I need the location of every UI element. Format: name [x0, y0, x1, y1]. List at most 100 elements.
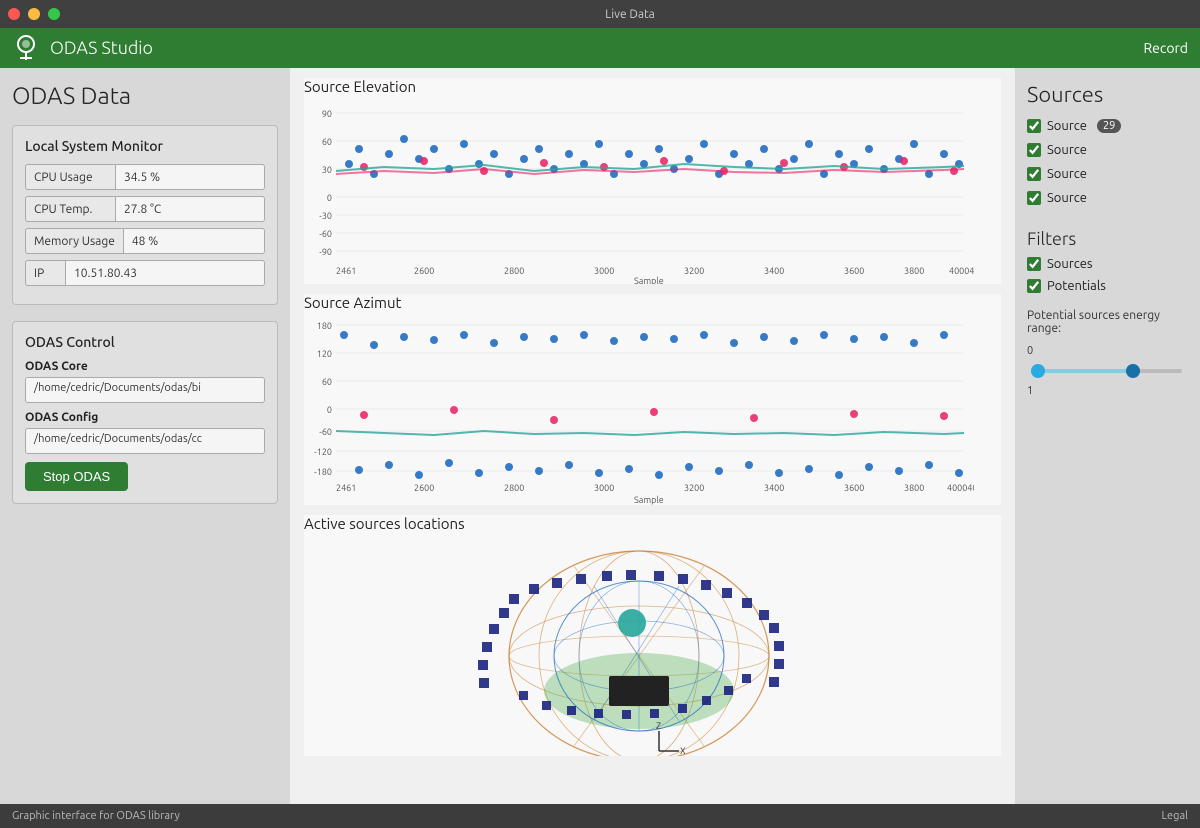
svg-text:3200: 3200 [684, 483, 704, 493]
azimut-chart: 180 120 60 0 -60 -120 -180 [304, 315, 1001, 505]
source-item-2: Source [1027, 143, 1188, 157]
svg-text:2600: 2600 [414, 483, 434, 493]
source-item-1: Source 29 [1027, 119, 1188, 133]
svg-text:3200: 3200 [684, 266, 704, 276]
filters-title: Filters [1027, 229, 1188, 249]
azimut-chart-section: Source Azimut 180 120 60 0 -60 -120 -180 [304, 294, 1001, 505]
locations-section: Active sources locations [304, 515, 1001, 756]
filter-potentials-checkbox[interactable] [1027, 279, 1041, 293]
svg-text:2461: 2461 [336, 266, 356, 276]
filter-sources-checkbox[interactable] [1027, 257, 1041, 271]
app-title: ODAS Studio [50, 38, 1143, 58]
azimut-chart-title: Source Azimut [304, 294, 1001, 311]
filter-potentials-label: Potentials [1047, 279, 1106, 293]
memory-usage-row: Memory Usage 48 % [25, 228, 265, 254]
svg-text:2461: 2461 [336, 483, 356, 493]
titlebar: Live Data [0, 0, 1200, 28]
footer: Graphic interface for ODAS library Legal [0, 804, 1200, 828]
cpu-usage-row: CPU Usage 34.5 % [25, 164, 265, 190]
svg-text:-60: -60 [319, 229, 332, 239]
window-title: Live Data [68, 8, 1192, 21]
odas-config-path[interactable]: /home/cedric/Documents/odas/cc [25, 428, 265, 454]
svg-text:3000: 3000 [594, 483, 614, 493]
svg-text:3000: 3000 [594, 266, 614, 276]
source-checkbox-3[interactable] [1027, 167, 1041, 181]
odas-core-path[interactable]: /home/cedric/Documents/odas/bi [25, 377, 265, 403]
source-item-3: Source [1027, 167, 1188, 181]
ip-row: IP 10.51.80.43 [25, 260, 265, 286]
cpu-usage-label: CPU Usage [25, 164, 115, 190]
svg-text:30: 30 [322, 165, 332, 175]
source-item-4: Source [1027, 191, 1188, 205]
elevation-chart-section: Source Elevation 90 60 30 0 -30 -60 -90 [304, 78, 1001, 284]
svg-text:3800: 3800 [904, 266, 924, 276]
svg-text:180: 180 [317, 321, 332, 331]
svg-text:40004061: 40004061 [949, 266, 974, 276]
svg-text:3400: 3400 [764, 266, 784, 276]
svg-text:-90: -90 [319, 247, 332, 257]
svg-text:3400: 3400 [764, 483, 784, 493]
svg-text:60: 60 [322, 137, 332, 147]
memory-value: 48 % [123, 228, 265, 254]
svg-text:Z: Z [656, 721, 661, 731]
memory-label: Memory Usage [25, 228, 123, 254]
odas-core-label: ODAS Core [25, 360, 265, 373]
menubar: ODAS Studio Record [0, 28, 1200, 68]
elevation-chart: 90 60 30 0 -30 -60 -90 [304, 99, 1001, 284]
right-panel: Sources Source 29 Source Source Source F… [1015, 68, 1200, 804]
close-button[interactable] [8, 8, 20, 20]
svg-text:Sample: Sample [634, 495, 664, 505]
footer-legal[interactable]: Legal [1161, 810, 1188, 822]
sources-title: Sources [1027, 82, 1188, 107]
cpu-temp-row: CPU Temp. 27.8 °C [25, 196, 265, 222]
svg-text:2600: 2600 [414, 266, 434, 276]
odas-control-panel: ODAS Control ODAS Core /home/cedric/Docu… [12, 321, 278, 504]
cpu-temp-value: 27.8 °C [115, 196, 265, 222]
svg-text:X: X [680, 746, 686, 756]
page-title: ODAS Data [12, 82, 278, 109]
svg-text:-60: -60 [319, 427, 332, 437]
source-label-2: Source [1047, 143, 1087, 157]
main-content: ODAS Data Local System Monitor CPU Usage… [0, 68, 1200, 804]
energy-slider[interactable] [1027, 361, 1188, 381]
source-badge-1: 29 [1097, 119, 1121, 133]
filter-potentials-item: Potentials [1027, 279, 1188, 293]
svg-text:2800: 2800 [504, 483, 524, 493]
svg-text:-120: -120 [314, 447, 332, 457]
ip-value: 10.51.80.43 [65, 260, 265, 286]
local-system-panel: Local System Monitor CPU Usage 34.5 % CP… [12, 125, 278, 305]
energy-max: 1 [1027, 385, 1033, 397]
svg-text:Sample: Sample [634, 276, 664, 284]
svg-text:90: 90 [322, 109, 332, 119]
svg-text:120: 120 [317, 349, 332, 359]
center-panel: Source Elevation 90 60 30 0 -30 -60 -90 [290, 68, 1015, 804]
svg-text:60: 60 [322, 377, 332, 387]
locations-chart: Z X [304, 536, 1001, 756]
svg-text:0: 0 [327, 405, 332, 415]
svg-text:-180: -180 [314, 467, 332, 477]
source-checkbox-4[interactable] [1027, 191, 1041, 205]
app-logo-icon [12, 34, 40, 62]
odas-control-title: ODAS Control [25, 334, 265, 350]
elevation-chart-title: Source Elevation [304, 78, 1001, 95]
svg-text:40004061: 40004061 [947, 483, 974, 493]
source-checkbox-1[interactable] [1027, 119, 1041, 133]
svg-text:3800: 3800 [904, 483, 924, 493]
svg-text:3600: 3600 [844, 266, 864, 276]
minimize-button[interactable] [28, 8, 40, 20]
cpu-temp-label: CPU Temp. [25, 196, 115, 222]
footer-text: Graphic interface for ODAS library [12, 810, 1161, 822]
ip-label: IP [25, 260, 65, 286]
source-label-1: Source [1047, 119, 1087, 133]
maximize-button[interactable] [48, 8, 60, 20]
source-label-4: Source [1047, 191, 1087, 205]
source-label-3: Source [1047, 167, 1087, 181]
energy-range-label: Potential sources energy range: [1027, 309, 1188, 335]
svg-text:3600: 3600 [844, 483, 864, 493]
filter-sources-item: Sources [1027, 257, 1188, 271]
energy-min: 0 [1027, 345, 1033, 357]
local-system-title: Local System Monitor [25, 138, 265, 154]
source-checkbox-2[interactable] [1027, 143, 1041, 157]
stop-odas-button[interactable]: Stop ODAS [25, 462, 128, 491]
record-button[interactable]: Record [1143, 40, 1188, 56]
